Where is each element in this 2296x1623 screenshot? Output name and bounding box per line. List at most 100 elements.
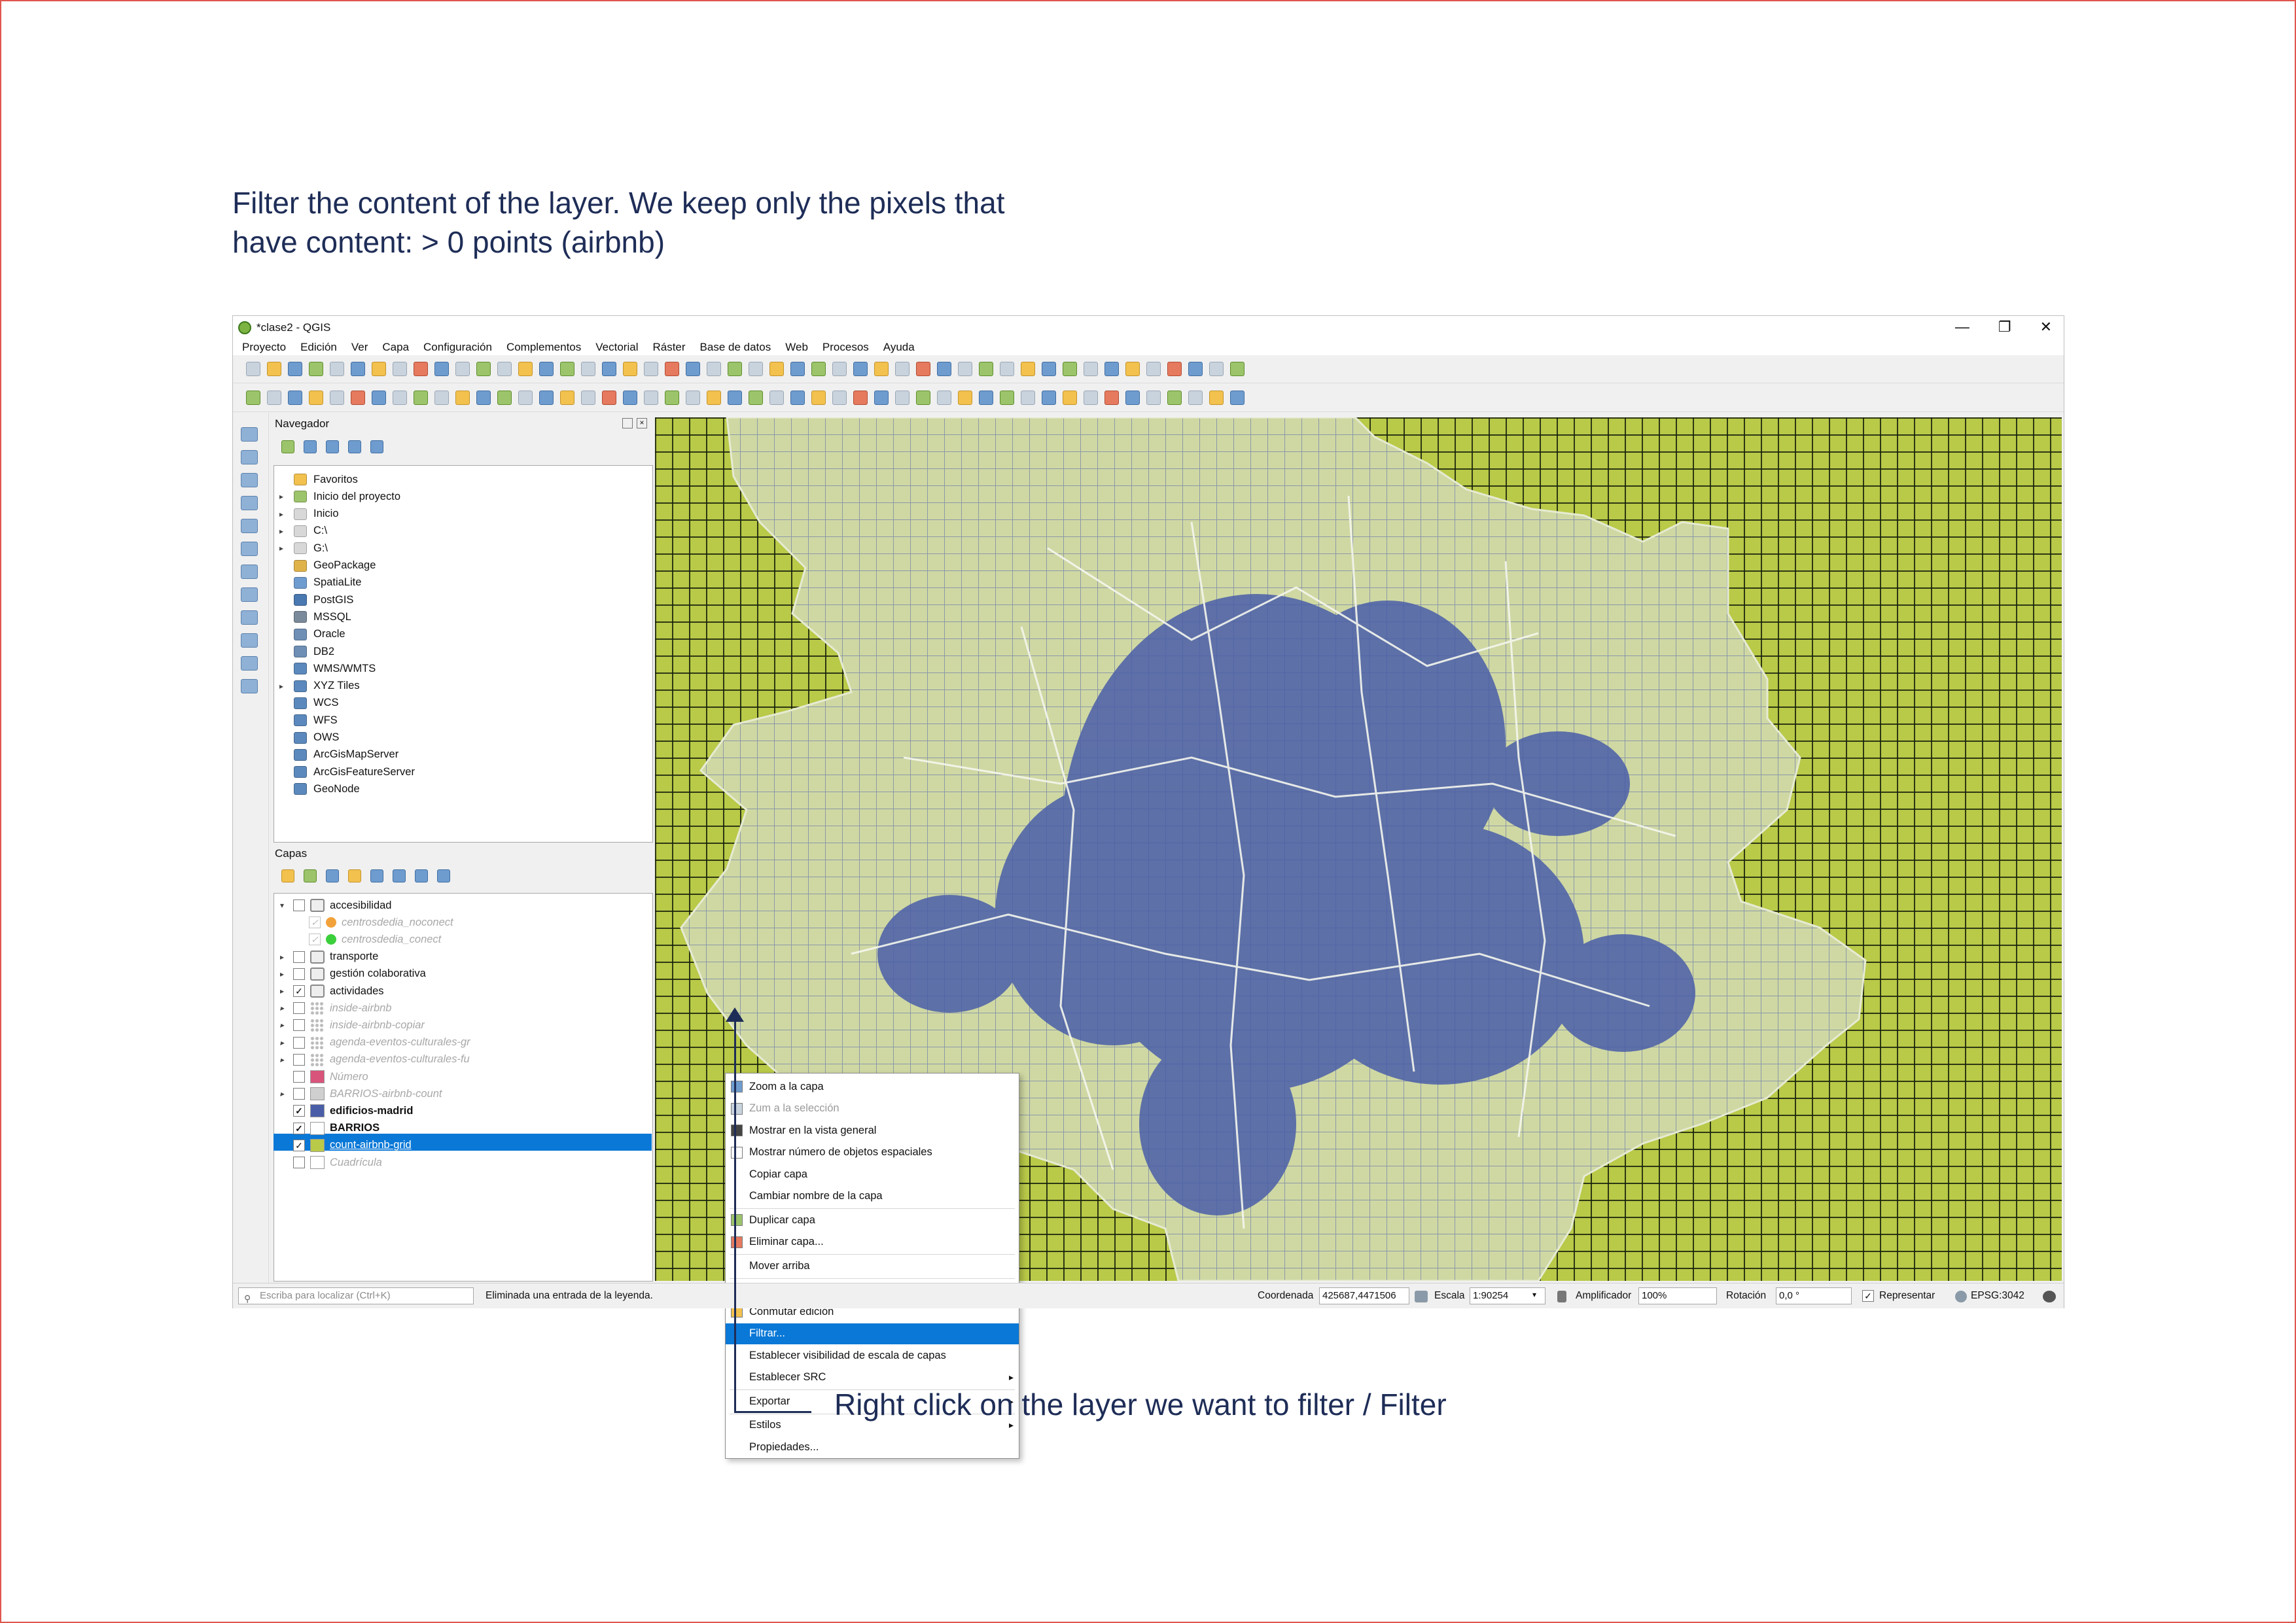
add-layer-icon[interactable] xyxy=(241,633,258,648)
context-menu-item[interactable]: Propiedades... xyxy=(726,1437,1019,1457)
digitizing-tool-icon[interactable] xyxy=(811,391,826,405)
toolbar-tool-icon[interactable] xyxy=(749,362,763,376)
digitizing-tool-icon[interactable] xyxy=(476,391,491,405)
toolbar-tool-icon[interactable] xyxy=(1042,362,1056,376)
layer-row[interactable]: Cuadrícula xyxy=(280,1154,382,1171)
expand-arrow-icon[interactable]: ▸ xyxy=(279,682,287,691)
navigator-item[interactable]: PostGIS xyxy=(279,591,353,608)
close-button[interactable]: ✕ xyxy=(2040,319,2052,336)
digitizing-tool-icon[interactable] xyxy=(874,391,889,405)
layer-row[interactable]: ▸ transporte xyxy=(280,949,378,966)
menu-item[interactable]: Complementos xyxy=(506,340,581,355)
navigator-item[interactable]: MSSQL xyxy=(279,608,351,625)
digitizing-tool-icon[interactable] xyxy=(1188,391,1203,405)
toolbar-tool-icon[interactable] xyxy=(1084,362,1098,376)
toolbar-tool-icon[interactable] xyxy=(895,362,910,376)
navigator-item[interactable]: ▸ C:\ xyxy=(279,523,327,540)
toolbar-tool-icon[interactable] xyxy=(330,362,344,376)
layer-row[interactable]: ▸ BARRIOS-airbnb-count xyxy=(280,1085,442,1102)
digitizing-tool-icon[interactable] xyxy=(560,391,574,405)
layer-row[interactable]: ▸ agenda-eventos-culturales-gr xyxy=(280,1034,470,1051)
digitizing-tool-icon[interactable] xyxy=(434,391,449,405)
digitizing-tool-icon[interactable] xyxy=(1000,391,1014,405)
expand-arrow-icon[interactable]: ▸ xyxy=(280,1055,288,1064)
toolbar-tool-icon[interactable] xyxy=(811,362,826,376)
toolbar-tool-icon[interactable] xyxy=(476,362,491,376)
context-menu-item[interactable]: Mover arriba xyxy=(726,1255,1019,1276)
digitizing-tool-icon[interactable] xyxy=(1209,391,1224,405)
digitizing-tool-icon[interactable] xyxy=(728,391,742,405)
context-menu-item[interactable]: Copiar capa xyxy=(726,1164,1019,1185)
float-panel-icon[interactable] xyxy=(622,418,633,428)
add-layer-icon[interactable] xyxy=(241,450,258,464)
toolbar-tool-icon[interactable] xyxy=(1188,362,1203,376)
rotation-field[interactable]: 0,0 ° xyxy=(1776,1287,1852,1304)
layer-row[interactable]: ▸ agenda-eventos-culturales-fu xyxy=(280,1051,470,1068)
context-menu-item[interactable]: Mostrar número de objetos espaciales xyxy=(726,1142,1019,1163)
context-menu-item[interactable]: Mostrar en la vista general xyxy=(726,1120,1019,1141)
toggle-extents-icon[interactable] xyxy=(1415,1291,1428,1302)
digitizing-tool-icon[interactable] xyxy=(1063,391,1077,405)
digitizing-tool-icon[interactable] xyxy=(832,391,847,405)
menu-item[interactable]: Capa xyxy=(382,340,409,355)
digitizing-tool-icon[interactable] xyxy=(707,391,721,405)
toolbar-tool-icon[interactable] xyxy=(958,362,972,376)
navigator-item[interactable]: ▸ Inicio del proyecto xyxy=(279,488,400,505)
digitizing-tool-icon[interactable] xyxy=(309,391,323,405)
digitizing-tool-icon[interactable] xyxy=(246,391,260,405)
layer-row[interactable]: ✓ BARRIOS xyxy=(280,1120,380,1137)
layer-visibility-checkbox[interactable] xyxy=(293,951,305,963)
toolbar-tool-icon[interactable] xyxy=(832,362,847,376)
toolbar-tool-icon[interactable] xyxy=(707,362,721,376)
expand-arrow-icon[interactable]: ▸ xyxy=(280,1021,288,1030)
toolbar-tool-icon[interactable] xyxy=(686,362,700,376)
layer-visibility-checkbox[interactable] xyxy=(293,968,305,980)
add-layer-icon[interactable] xyxy=(241,427,258,442)
digitizing-tool-icon[interactable] xyxy=(330,391,344,405)
toolbar-tool-icon[interactable] xyxy=(602,362,616,376)
digitizing-tool-icon[interactable] xyxy=(769,391,784,405)
magnifier-field[interactable]: 100% xyxy=(1638,1287,1717,1304)
toolbar-tool-icon[interactable] xyxy=(728,362,742,376)
add-layer-icon[interactable] xyxy=(241,679,258,693)
layer-row[interactable]: ▸ gestión colaborativa xyxy=(280,966,426,983)
toolbar-tool-icon[interactable] xyxy=(937,362,951,376)
add-selected-layers-icon[interactable] xyxy=(281,440,294,453)
context-menu-item[interactable]: Eliminar capa... xyxy=(726,1232,1019,1253)
layer-visibility-checkbox[interactable] xyxy=(293,1157,305,1168)
toolbar-tool-icon[interactable] xyxy=(246,362,260,376)
toolbar-tool-icon[interactable] xyxy=(874,362,889,376)
toolbar-tool-icon[interactable] xyxy=(372,362,386,376)
toolbar-tool-icon[interactable] xyxy=(434,362,449,376)
collapse-all-layers-icon[interactable] xyxy=(415,869,428,882)
add-group-icon[interactable] xyxy=(304,869,317,882)
layer-row[interactable]: ✓ centrosdedia_conect xyxy=(296,931,441,948)
expand-arrow-icon[interactable]: ▸ xyxy=(280,969,288,979)
minimize-button[interactable]: — xyxy=(1955,319,1969,336)
menu-item[interactable]: Procesos xyxy=(822,340,869,355)
layer-visibility-checkbox[interactable] xyxy=(293,899,305,911)
menu-item[interactable]: Web xyxy=(785,340,808,355)
scale-dropdown-icon[interactable]: ▾ xyxy=(1532,1290,1536,1299)
digitizing-tool-icon[interactable] xyxy=(1021,391,1035,405)
menu-item[interactable]: Vectorial xyxy=(595,340,638,355)
digitizing-tool-icon[interactable] xyxy=(686,391,700,405)
layer-row[interactable]: ▸ inside-airbnb-copiar xyxy=(280,1017,425,1034)
toolbar-tool-icon[interactable] xyxy=(1230,362,1245,376)
navigator-item[interactable]: GeoPackage xyxy=(279,557,376,574)
render-checkbox[interactable]: ✓ xyxy=(1862,1290,1874,1302)
navigator-item[interactable]: Oracle xyxy=(279,626,345,643)
toolbar-tool-icon[interactable] xyxy=(1167,362,1182,376)
crs-globe-icon[interactable] xyxy=(1955,1291,1967,1302)
toolbar-tool-icon[interactable] xyxy=(769,362,784,376)
add-layer-icon[interactable] xyxy=(241,587,258,602)
add-layer-icon[interactable] xyxy=(241,565,258,579)
toolbar-tool-icon[interactable] xyxy=(267,362,281,376)
layer-visibility-checkbox[interactable] xyxy=(293,1019,305,1032)
navigator-item[interactable]: ArcGisFeatureServer xyxy=(279,763,415,780)
info-icon[interactable] xyxy=(370,440,383,453)
context-menu-item[interactable]: Establecer visibilidad de escala de capa… xyxy=(726,1345,1019,1366)
digitizing-tool-icon[interactable] xyxy=(288,391,302,405)
layer-row[interactable]: Número xyxy=(280,1068,368,1085)
maximize-button[interactable]: ❐ xyxy=(1998,319,2011,336)
